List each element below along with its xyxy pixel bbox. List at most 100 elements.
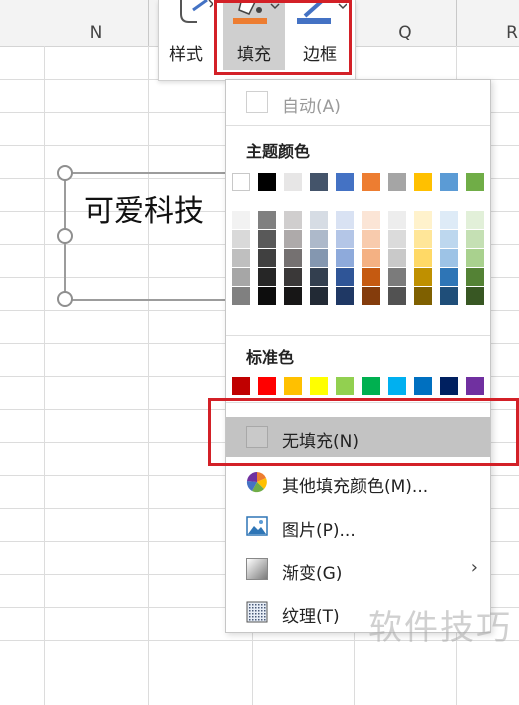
resize-handle-top-left[interactable]	[57, 165, 73, 181]
submenu-chevron-icon: ›	[470, 557, 478, 578]
color-wheel-icon	[246, 471, 267, 493]
standard-color-swatch[interactable]	[336, 377, 354, 395]
theme-shade-swatch[interactable]	[258, 211, 276, 229]
theme-shade-swatch[interactable]	[440, 287, 458, 305]
gradient-label: 渐变(G)	[282, 564, 343, 584]
theme-color-swatch[interactable]	[388, 173, 406, 191]
menu-separator	[226, 335, 490, 336]
column-divider	[456, 0, 457, 46]
theme-shade-swatch[interactable]	[414, 287, 432, 305]
menu-item-gradient[interactable]: 渐变(G) ›	[226, 549, 490, 589]
theme-shade-swatch[interactable]	[414, 268, 432, 286]
picture-label: 图片(P)...	[282, 521, 356, 541]
standard-color-swatch[interactable]	[232, 377, 250, 395]
standard-color-swatch[interactable]	[310, 377, 328, 395]
theme-shade-swatch[interactable]	[388, 249, 406, 267]
theme-shade-swatch[interactable]	[310, 249, 328, 267]
theme-shade-swatch[interactable]	[466, 211, 484, 229]
fill-dropdown-menu: 自动(A) 主题颜色 标准色 无填充(N) 其他填充颜色(M)... 图片(P)…	[225, 79, 491, 633]
theme-shade-swatch[interactable]	[310, 230, 328, 248]
theme-color-swatch[interactable]	[336, 173, 354, 191]
column-header-n[interactable]: N	[44, 0, 148, 46]
standard-color-swatch[interactable]	[362, 377, 380, 395]
auto-label: 自动(A)	[282, 97, 341, 117]
theme-color-swatch[interactable]	[284, 173, 302, 191]
theme-shade-swatch[interactable]	[466, 249, 484, 267]
theme-shade-swatch[interactable]	[440, 268, 458, 286]
theme-color-swatch[interactable]	[414, 173, 432, 191]
theme-color-swatch[interactable]	[310, 173, 328, 191]
theme-color-swatch[interactable]	[440, 173, 458, 191]
theme-shade-swatch[interactable]	[414, 211, 432, 229]
column-divider	[148, 0, 149, 46]
theme-shade-swatch[interactable]	[362, 268, 380, 286]
theme-shade-swatch[interactable]	[310, 287, 328, 305]
text-box-content[interactable]: 可爱科技	[84, 186, 204, 230]
theme-shade-swatch[interactable]	[466, 287, 484, 305]
theme-shade-swatch[interactable]	[414, 230, 432, 248]
theme-shade-swatch[interactable]	[284, 249, 302, 267]
resize-handle-left[interactable]	[57, 228, 73, 244]
theme-shade-swatch[interactable]	[232, 268, 250, 286]
menu-item-more-colors[interactable]: 其他填充颜色(M)...	[226, 462, 490, 502]
highlight-box-toolbar	[214, 0, 352, 75]
gradient-icon	[246, 558, 268, 580]
theme-shade-swatch[interactable]	[440, 249, 458, 267]
theme-shade-swatch[interactable]	[362, 249, 380, 267]
theme-shade-swatch[interactable]	[258, 287, 276, 305]
texture-icon	[246, 601, 268, 623]
theme-shade-swatch[interactable]	[284, 211, 302, 229]
texture-label: 纹理(T)	[282, 607, 340, 627]
theme-shade-swatch[interactable]	[388, 268, 406, 286]
standard-color-swatch[interactable]	[388, 377, 406, 395]
theme-shade-swatch[interactable]	[336, 230, 354, 248]
theme-shade-swatch[interactable]	[362, 230, 380, 248]
theme-shade-swatch[interactable]	[258, 249, 276, 267]
standard-color-swatch[interactable]	[440, 377, 458, 395]
theme-shade-swatch[interactable]	[388, 211, 406, 229]
standard-color-swatch[interactable]	[466, 377, 484, 395]
theme-shade-swatch[interactable]	[388, 230, 406, 248]
standard-color-swatch[interactable]	[414, 377, 432, 395]
theme-shade-swatch[interactable]	[336, 268, 354, 286]
theme-shade-swatch[interactable]	[284, 268, 302, 286]
theme-shade-swatch[interactable]	[232, 230, 250, 248]
style-button[interactable]: 样式	[159, 0, 213, 70]
theme-shade-swatch[interactable]	[466, 268, 484, 286]
theme-color-swatch[interactable]	[466, 173, 484, 191]
theme-color-swatch[interactable]	[362, 173, 380, 191]
theme-shade-swatch[interactable]	[232, 249, 250, 267]
theme-shade-swatch[interactable]	[232, 211, 250, 229]
theme-shade-swatch[interactable]	[388, 287, 406, 305]
standard-color-swatch[interactable]	[258, 377, 276, 395]
theme-shade-swatch[interactable]	[336, 249, 354, 267]
menu-item-picture[interactable]: 图片(P)...	[226, 506, 490, 546]
theme-shade-swatch[interactable]	[258, 268, 276, 286]
menu-separator	[226, 125, 490, 126]
theme-shade-swatch[interactable]	[362, 211, 380, 229]
theme-shade-swatch[interactable]	[414, 249, 432, 267]
picture-icon	[246, 516, 268, 536]
theme-shade-swatch[interactable]	[284, 287, 302, 305]
theme-color-swatch[interactable]	[232, 173, 250, 191]
column-header-r[interactable]: R	[492, 0, 519, 46]
standard-color-swatch[interactable]	[284, 377, 302, 395]
theme-shade-swatch[interactable]	[310, 268, 328, 286]
theme-shade-swatch[interactable]	[284, 230, 302, 248]
theme-shade-swatch[interactable]	[440, 230, 458, 248]
theme-shade-swatch[interactable]	[336, 211, 354, 229]
theme-color-swatch[interactable]	[258, 173, 276, 191]
auto-swatch-icon	[246, 91, 268, 113]
resize-handle-bottom-left[interactable]	[57, 291, 73, 307]
theme-shade-swatch[interactable]	[258, 230, 276, 248]
column-header-q[interactable]: Q	[354, 0, 456, 46]
highlight-box-no-fill	[208, 398, 519, 466]
theme-shade-swatch[interactable]	[466, 230, 484, 248]
theme-shade-swatch[interactable]	[362, 287, 380, 305]
theme-shade-swatch[interactable]	[310, 211, 328, 229]
theme-shade-swatch[interactable]	[440, 211, 458, 229]
theme-shade-swatch[interactable]	[336, 287, 354, 305]
menu-item-auto[interactable]: 自动(A)	[226, 82, 490, 122]
theme-shade-swatch[interactable]	[232, 287, 250, 305]
theme-colors-title: 主题颜色	[246, 142, 311, 161]
